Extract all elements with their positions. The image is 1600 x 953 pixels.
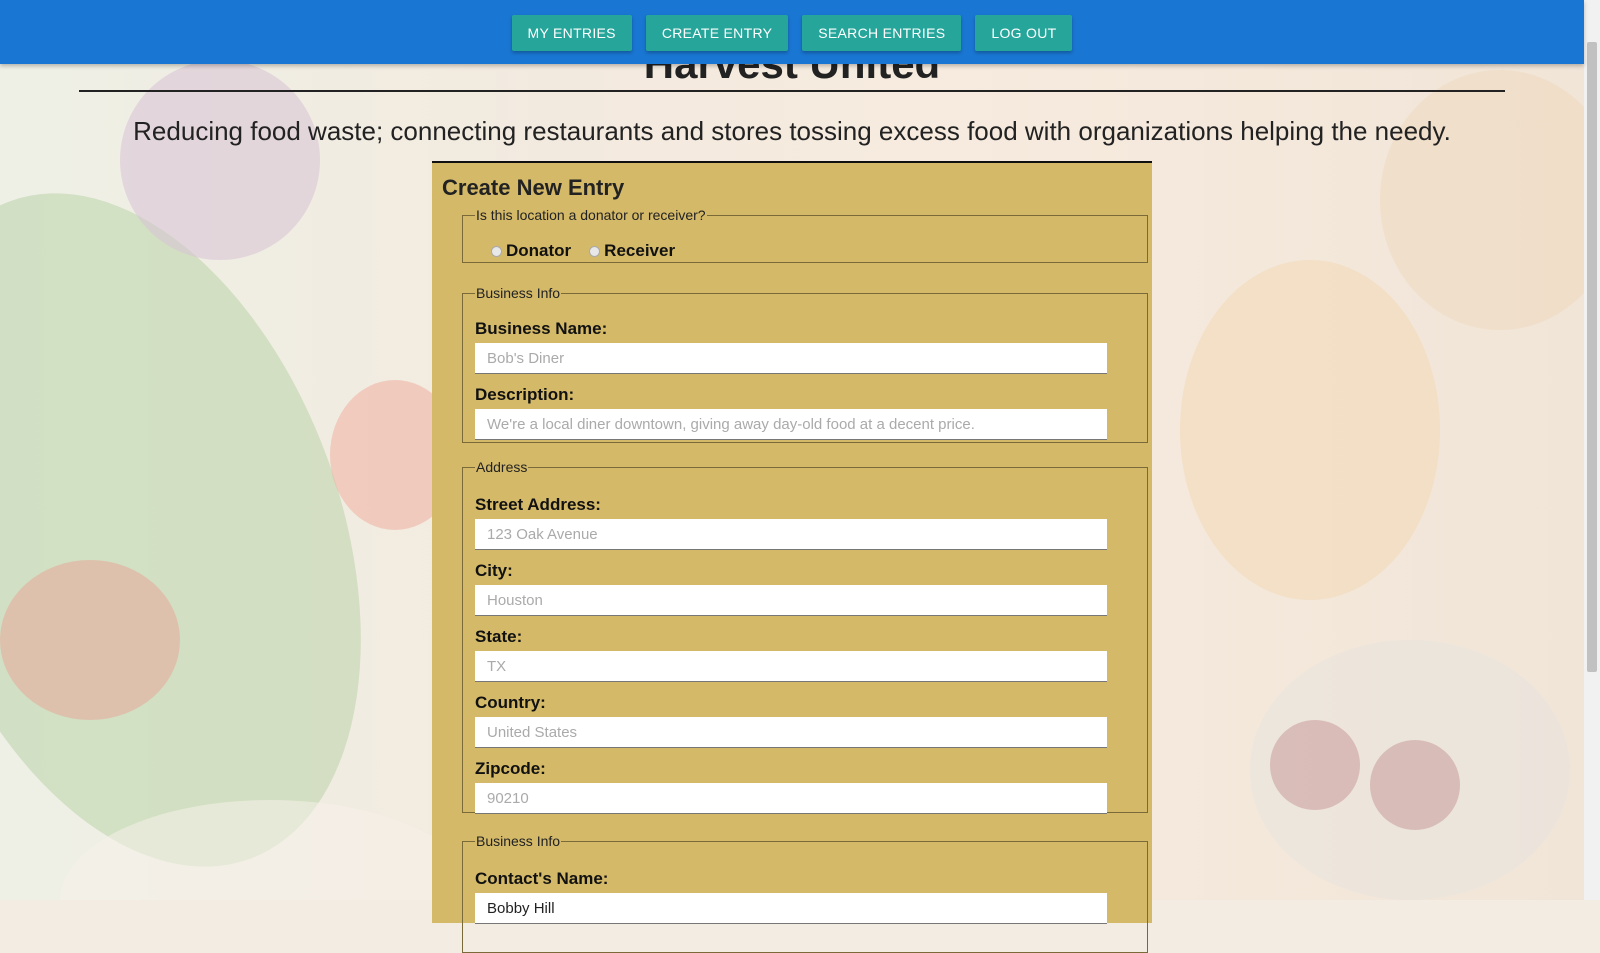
description-label: Description:: [475, 385, 575, 404]
scrollbar-thumb[interactable]: [1587, 42, 1597, 672]
city-input[interactable]: [475, 585, 1107, 616]
contact-name-input[interactable]: [475, 893, 1107, 924]
address-legend: Address: [476, 459, 528, 475]
top-navbar: MY ENTRIES CREATE ENTRY SEARCH ENTRIES L…: [0, 0, 1584, 64]
zipcode-input[interactable]: [475, 783, 1107, 814]
street-address-label: Street Address:: [475, 495, 601, 514]
business-name-label: Business Name:: [475, 319, 608, 338]
form-title: Create New Entry: [442, 175, 625, 200]
zipcode-label: Zipcode:: [475, 759, 546, 778]
nav-button-group: MY ENTRIES CREATE ENTRY SEARCH ENTRIES L…: [0, 15, 1584, 51]
country-input[interactable]: [475, 717, 1107, 748]
location-type-legend: Is this location a donator or receiver?: [476, 207, 706, 223]
donator-radio[interactable]: [491, 245, 502, 257]
log-out-button[interactable]: LOG OUT: [975, 15, 1073, 51]
address-fieldset: Address Street Address: City: State: Cou…: [462, 459, 1148, 814]
location-type-fieldset: Is this location a donator or receiver? …: [462, 207, 1148, 263]
description-input[interactable]: [475, 409, 1107, 440]
title-divider: [79, 90, 1505, 92]
my-entries-button[interactable]: MY ENTRIES: [511, 15, 632, 51]
page-scrollbar[interactable]: [1584, 0, 1600, 900]
receiver-radio-label[interactable]: Receiver: [604, 241, 675, 261]
state-input[interactable]: [475, 651, 1107, 682]
business-info-fieldset: Business Info Business Name: Description…: [462, 285, 1148, 443]
country-label: Country:: [475, 693, 546, 712]
street-address-input[interactable]: [475, 519, 1107, 550]
city-label: City:: [475, 561, 513, 580]
state-label: State:: [475, 627, 523, 646]
search-entries-button[interactable]: SEARCH ENTRIES: [802, 15, 962, 51]
contact-info-fieldset: Business Info Contact's Name:: [462, 833, 1148, 953]
business-name-input[interactable]: [475, 343, 1107, 374]
location-type-options: Donator Receiver: [491, 241, 693, 261]
business-info-legend: Business Info: [476, 285, 561, 301]
receiver-radio[interactable]: [589, 245, 601, 257]
create-entry-form: Create New Entry Is this location a dona…: [432, 161, 1152, 953]
site-tagline: Reducing food waste; connecting restaura…: [133, 116, 1451, 146]
donator-radio-label[interactable]: Donator: [506, 241, 571, 261]
create-entry-button[interactable]: CREATE ENTRY: [645, 15, 789, 51]
contact-name-label: Contact's Name:: [475, 869, 609, 888]
contact-info-legend: Business Info: [476, 833, 561, 849]
